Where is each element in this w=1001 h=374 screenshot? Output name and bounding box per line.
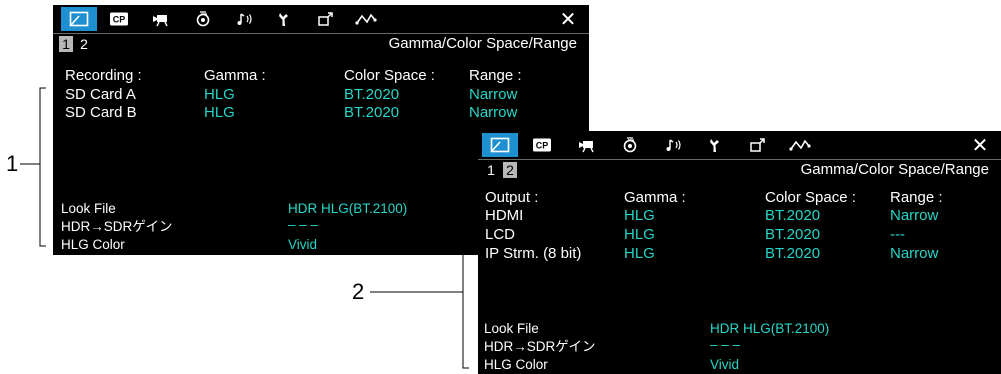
callout-lines — [20, 87, 469, 369]
callout-label-2: 2 — [352, 279, 365, 304]
callout-label-1: 1 — [6, 151, 19, 176]
